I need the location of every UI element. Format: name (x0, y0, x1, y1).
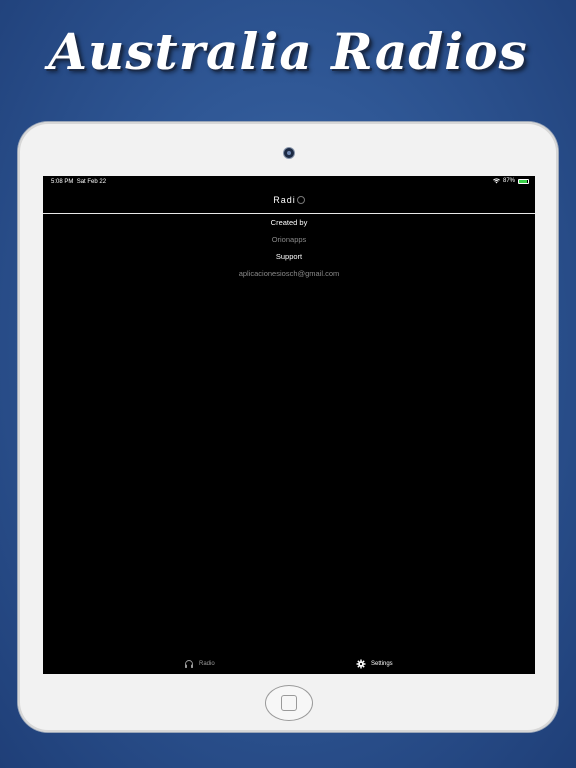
status-time-text: 5:08 PM (51, 179, 74, 185)
tab-radio-label: Radio (199, 661, 215, 667)
headphones-icon (185, 660, 193, 668)
created-by-value[interactable]: Orionapps (43, 231, 535, 248)
support-label: Support (275, 252, 303, 261)
radio-logo-icon (296, 196, 305, 204)
navigation-bar: Radi (43, 188, 535, 214)
battery-percent: 87% (502, 178, 515, 184)
tab-settings[interactable]: Settings (356, 659, 393, 669)
status-time: 5:08 PM Sat Feb 22 (51, 179, 106, 185)
app-screen: 5:08 PM Sat Feb 22 87% Radi Created by O… (43, 176, 535, 674)
tablet-frame: 5:08 PM Sat Feb 22 87% Radi Created by O… (18, 122, 558, 732)
tab-bar: Radio Settings (43, 654, 535, 674)
nav-title-text: Radi (273, 195, 296, 205)
status-bar: 5:08 PM Sat Feb 22 87% (43, 176, 535, 188)
settings-list: Created by Orionapps Support aplicacione… (43, 214, 535, 282)
status-date-text: Sat Feb 22 (76, 179, 107, 185)
nav-title: Radi (43, 195, 535, 205)
home-square-icon (281, 695, 297, 711)
status-indicators: 87% (492, 178, 529, 184)
tab-settings-label: Settings (371, 661, 393, 667)
battery-fill (519, 179, 527, 183)
battery-icon (518, 178, 529, 184)
gear-icon (356, 659, 366, 669)
wifi-icon (492, 178, 500, 184)
tab-radio[interactable]: Radio (184, 659, 215, 669)
created-by-label: Created by (270, 218, 308, 227)
promo-headline: Australia Radios (48, 22, 528, 81)
support-email-link[interactable]: aplicacionesiosch@gmail.com (43, 265, 535, 282)
home-button[interactable] (265, 685, 313, 721)
camera-icon (284, 148, 294, 158)
